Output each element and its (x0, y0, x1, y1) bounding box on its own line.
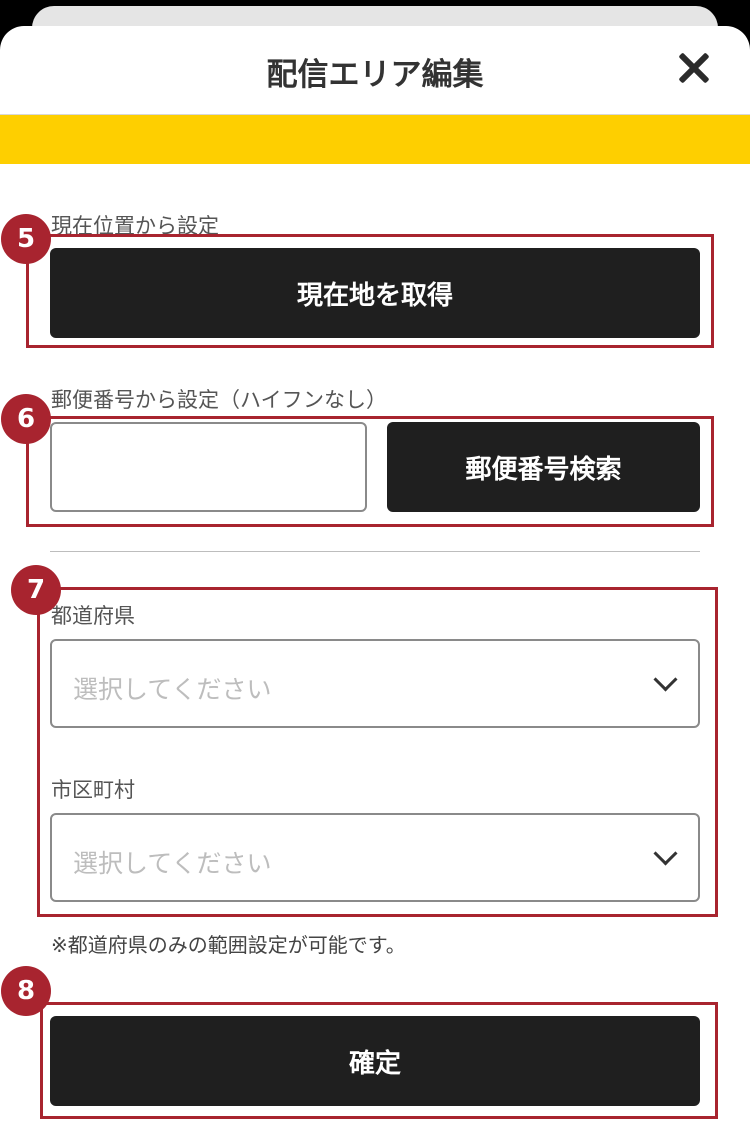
prefecture-label: 都道府県 (51, 604, 135, 628)
yellow-banner (0, 115, 750, 164)
postal-code-input[interactable] (50, 422, 367, 512)
section-divider (50, 551, 700, 552)
chevron-down-icon (653, 667, 678, 692)
prefecture-placeholder: 選択してください (73, 675, 272, 704)
postal-code-label: 郵便番号から設定（ハイフンなし） (51, 388, 387, 412)
city-placeholder: 選択してください (73, 849, 272, 878)
modal-sheet: 配信エリア編集 (0, 26, 750, 1126)
confirm-button[interactable]: 確定 (50, 1016, 700, 1106)
city-label: 市区町村 (51, 778, 135, 802)
prefecture-select[interactable]: 選択してください (50, 639, 700, 728)
prefecture-only-note: ※都道府県のみの範囲設定が可能です。 (51, 933, 406, 957)
postal-code-search-button[interactable]: 郵便番号検索 (387, 422, 700, 512)
city-select[interactable]: 選択してください (50, 813, 700, 902)
annotation-badge-8: 8 (1, 966, 51, 1016)
modal-title: 配信エリア編集 (266, 57, 484, 93)
modal-header: 配信エリア編集 (0, 26, 750, 115)
annotation-badge-7: 7 (11, 565, 61, 615)
get-current-location-button[interactable]: 現在地を取得 (50, 248, 700, 338)
annotation-badge-5: 5 (1, 214, 51, 264)
close-icon[interactable] (676, 50, 712, 86)
annotation-badge-6: 6 (1, 394, 51, 444)
chevron-down-icon (653, 841, 678, 866)
